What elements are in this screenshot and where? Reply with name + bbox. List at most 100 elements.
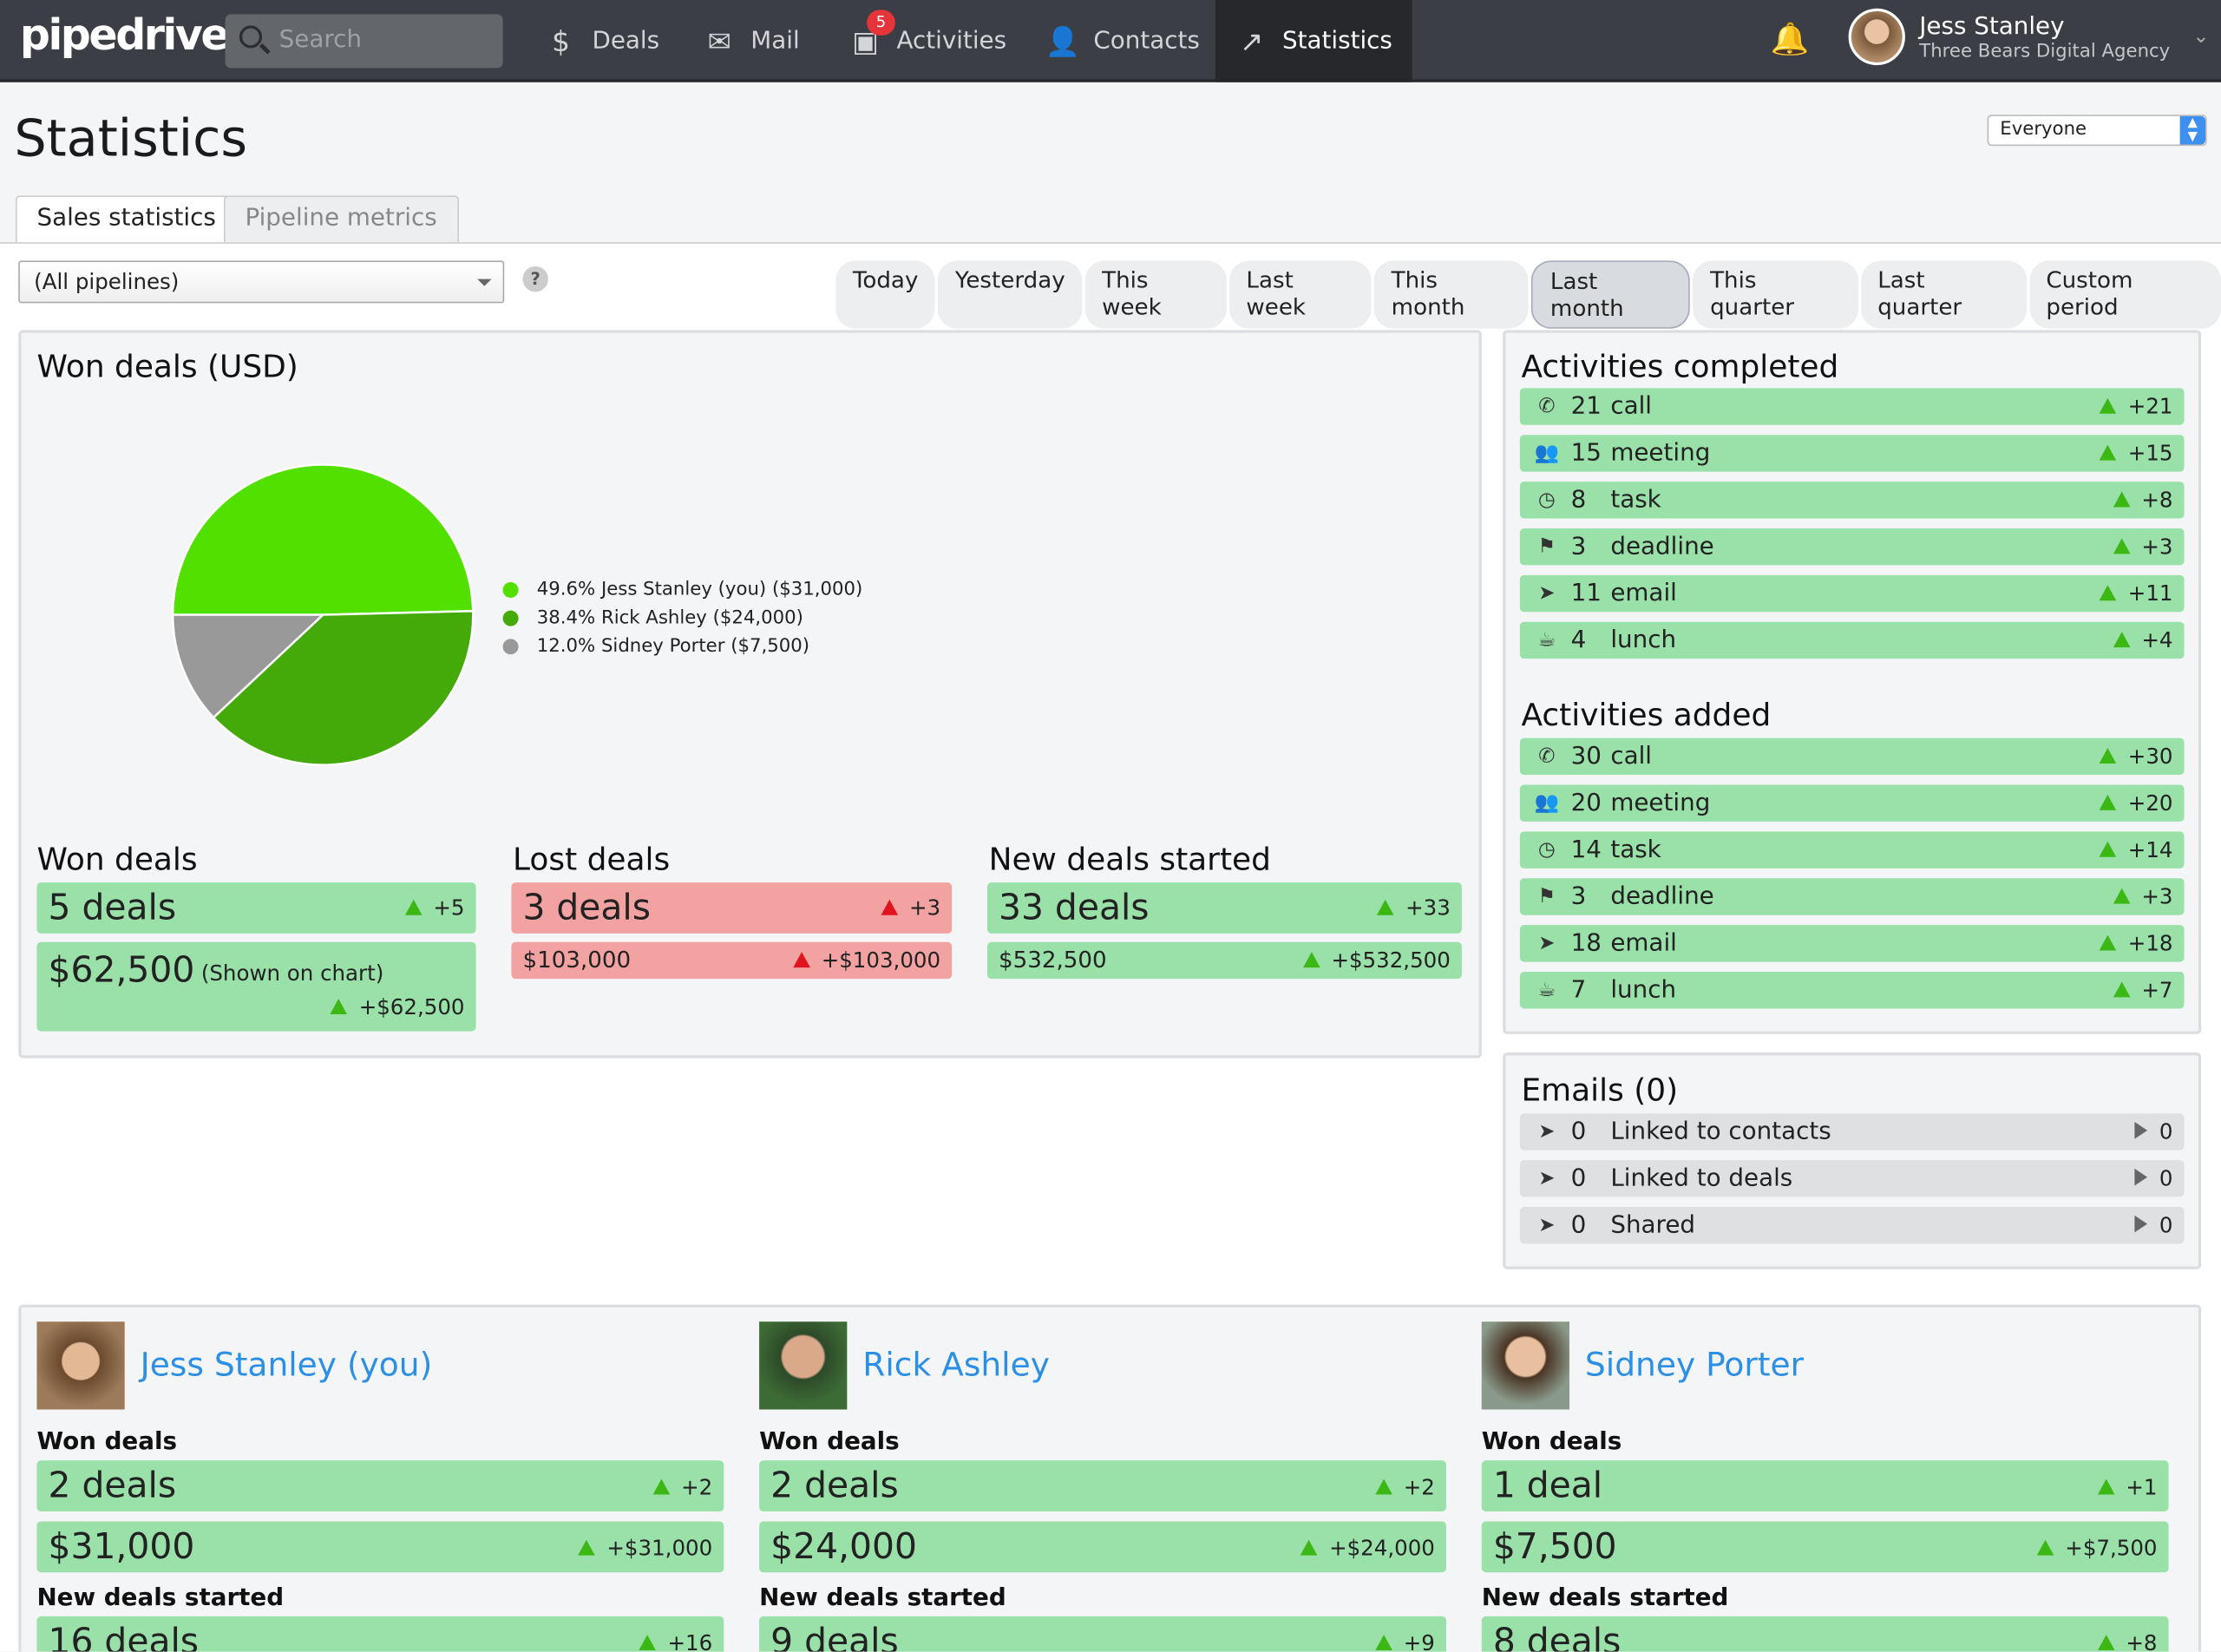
- user-menu[interactable]: Jess Stanley Three Bears Digital Agency ⌄: [1848, 8, 2210, 66]
- pie-slice[interactable]: [171, 463, 475, 616]
- period-last-month[interactable]: Last month: [1531, 260, 1691, 329]
- tab-sales-statistics[interactable]: Sales statistics: [15, 195, 238, 244]
- phone-icon: ✆: [1538, 395, 1556, 418]
- person-new-count-box: 8 deals +8: [1481, 1616, 2169, 1652]
- count: 15: [1570, 439, 1602, 468]
- period-yesterday[interactable]: Yesterday: [938, 260, 1083, 329]
- up-triangle-icon: [2113, 981, 2131, 998]
- person-won-count: 2 deals: [48, 1465, 177, 1506]
- nav-mail[interactable]: ✉ Mail: [683, 0, 820, 82]
- activities-completed-row: ◷ 8 task +8: [1519, 482, 2185, 519]
- delta-value: +21: [2127, 393, 2173, 420]
- activity-type: call: [1610, 392, 1653, 421]
- person-photo[interactable]: [759, 1321, 848, 1410]
- delta-value: +2: [1403, 1474, 1435, 1500]
- help-icon[interactable]: ?: [522, 266, 548, 292]
- person-new-title: New deals started: [1481, 1583, 1729, 1612]
- period-today[interactable]: Today: [835, 260, 936, 329]
- period-this-quarter[interactable]: This quarter: [1693, 260, 1858, 329]
- period-last-quarter[interactable]: Last quarter: [1860, 260, 2027, 329]
- flag-icon: ⚑: [1537, 535, 1556, 559]
- count: 0: [1570, 1210, 1587, 1240]
- nav-statistics[interactable]: ↗ Statistics: [1215, 0, 1412, 82]
- won-count-delta: +5: [404, 895, 465, 921]
- lost-amount: $103,000: [522, 946, 632, 974]
- search-placeholder: Search: [278, 25, 362, 55]
- emails-row: ➤ 0 Linked to deals 0: [1519, 1160, 2185, 1197]
- delta: +3: [2113, 534, 2173, 560]
- delta-value: +16: [667, 1630, 713, 1652]
- person-name-link[interactable]: Rick Ashley: [862, 1347, 1050, 1384]
- nav-label: Mail: [750, 27, 800, 56]
- up-triangle-icon: [2100, 397, 2117, 414]
- legend-dot: [502, 610, 519, 626]
- nav-label: Contacts: [1093, 27, 1200, 56]
- up-triangle-icon: [404, 899, 423, 915]
- person-won-amount: $31,000: [48, 1525, 195, 1567]
- person-name-link[interactable]: Jess Stanley (you): [141, 1347, 433, 1384]
- emails-row: ➤ 0 Shared 0: [1519, 1207, 2185, 1244]
- nav-contacts[interactable]: 👤 Contacts: [1025, 0, 1220, 82]
- send-icon: ➤: [1538, 932, 1556, 955]
- activities-completed-row: ➤ 11 email +11: [1519, 574, 2185, 613]
- user-filter-select[interactable]: Everyone ▲ ▼: [1987, 115, 2207, 147]
- period-this-month[interactable]: This month: [1374, 260, 1530, 329]
- won-amount-box: $62,500 (Shown on chart) +$62,500: [36, 941, 476, 1032]
- new-amount-box: $532,500 +$532,500: [986, 941, 1462, 980]
- activities-completed-row: ☕ 4 lunch +4: [1519, 621, 2185, 659]
- delta-value: 0: [2159, 1165, 2173, 1192]
- activity-type: meeting: [1610, 789, 1711, 818]
- activity-type: lunch: [1610, 626, 1677, 655]
- person-new-title: New deals started: [759, 1583, 1006, 1612]
- delta-value: +2: [681, 1474, 713, 1500]
- legend-item: 49.6% Jess Stanley (you) ($31,000): [502, 580, 862, 600]
- activities-completed-row: ⚑ 3 deadline +3: [1519, 528, 2185, 566]
- cup-icon: ☕: [1537, 979, 1556, 1002]
- nav-activities[interactable]: ▣ Activities: [829, 0, 1026, 82]
- bell-icon[interactable]: 🔔: [1771, 23, 1810, 58]
- delta: 0: [2135, 1119, 2172, 1144]
- pipedrive-logo[interactable]: pipedrive: [20, 11, 230, 61]
- lost-count-delta: +3: [881, 895, 940, 921]
- divider: [0, 242, 2221, 244]
- search-input[interactable]: Search: [225, 14, 503, 69]
- delta-value: +11: [2127, 580, 2173, 606]
- won-count: 5 deals: [48, 887, 177, 928]
- delta-value: +$7,500: [2065, 1535, 2158, 1562]
- person-photo[interactable]: [1481, 1321, 1569, 1410]
- activities-completed-title: Activities completed: [1521, 350, 1839, 386]
- nav-deals[interactable]: $ Deals: [524, 0, 679, 82]
- delta: +30: [2100, 744, 2172, 770]
- person-icon: 👤: [1045, 23, 1081, 58]
- person-won-amount: $24,000: [770, 1525, 917, 1567]
- activities-added-row: ⚑ 3 deadline +3: [1519, 878, 2185, 915]
- delta-value: +3: [2141, 534, 2173, 560]
- period-last-week[interactable]: Last week: [1228, 260, 1372, 329]
- person-name-link[interactable]: Sidney Porter: [1585, 1347, 1804, 1384]
- delta-value: +3: [2141, 883, 2173, 910]
- cup-icon: ☕: [1537, 628, 1556, 652]
- delta-value: +9: [1403, 1630, 1435, 1652]
- up-triangle-icon: [2097, 1478, 2115, 1495]
- play-arrow-icon: [2135, 1122, 2148, 1139]
- person-photo[interactable]: [36, 1321, 125, 1410]
- tab-pipeline-metrics[interactable]: Pipeline metrics: [223, 195, 459, 243]
- count: 30: [1570, 742, 1602, 771]
- delta-value: +5: [433, 895, 465, 921]
- play-arrow-icon: [2135, 1215, 2148, 1233]
- period-this-week[interactable]: This week: [1084, 260, 1227, 329]
- up-triangle-icon: [2100, 841, 2117, 857]
- delta: +$7,500: [2036, 1535, 2158, 1562]
- activity-type: task: [1610, 836, 1661, 864]
- won-chart-title: Won deals (USD): [36, 350, 298, 386]
- period-custom-period[interactable]: Custom period: [2028, 260, 2221, 329]
- up-triangle-icon: [2113, 491, 2131, 508]
- delta: +2: [652, 1475, 712, 1500]
- delta-value: +$31,000: [606, 1535, 713, 1562]
- pipeline-select[interactable]: (All pipelines): [18, 260, 505, 304]
- person-new-count-box: 9 deals +9: [759, 1616, 1446, 1652]
- count: 20: [1570, 789, 1602, 818]
- up-triangle-icon: [1375, 1478, 1392, 1495]
- emails-title: Emails (0): [1521, 1073, 1679, 1110]
- delta-value: +7: [2141, 977, 2173, 1003]
